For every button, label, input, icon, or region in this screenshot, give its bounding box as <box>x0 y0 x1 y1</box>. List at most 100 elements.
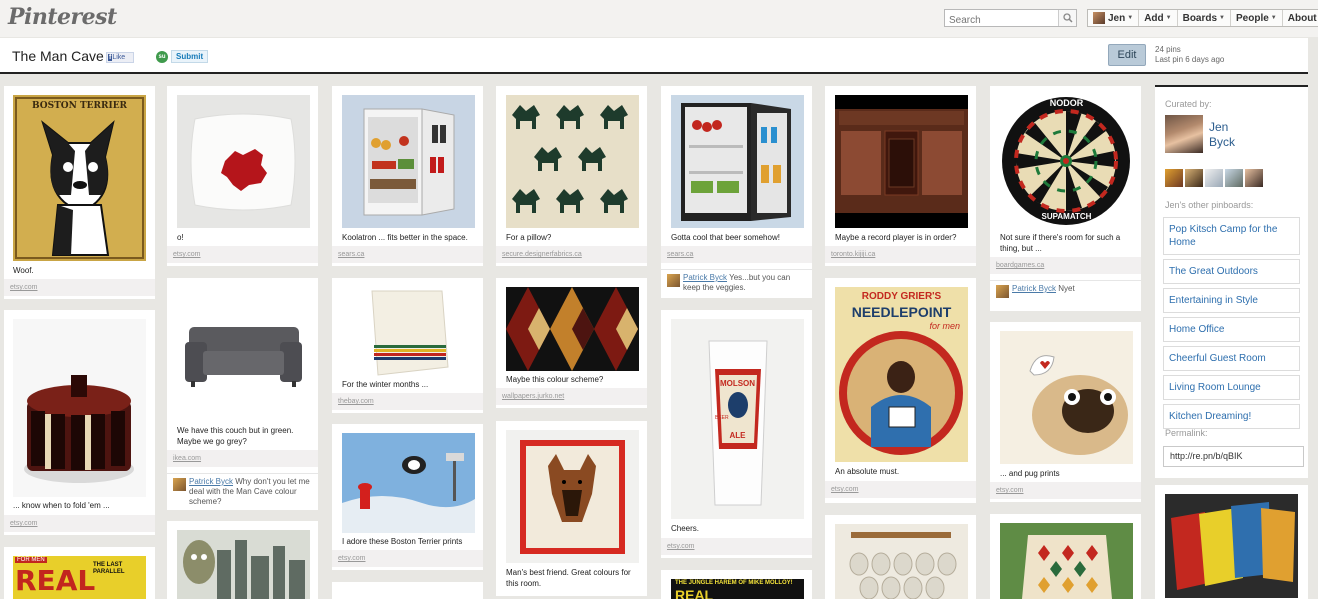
follower-avatar[interactable] <box>1185 169 1203 187</box>
pin-card[interactable] <box>825 515 976 599</box>
striped-blanket-image[interactable] <box>342 287 475 379</box>
pin-card[interactable]: For the winter months ... thebay.com <box>332 278 483 413</box>
commenter-avatar <box>173 478 186 491</box>
nav-user[interactable]: Jen ▼ <box>1088 10 1140 26</box>
pin-source[interactable]: etsy.com <box>332 550 483 567</box>
boston-terrier-print-image[interactable]: BOSTON TERRIER <box>13 95 146 261</box>
pin-source[interactable]: thebay.com <box>332 393 483 410</box>
pug-print-image[interactable] <box>1000 331 1133 464</box>
jungle-headline: THE JUNGLE HAREM OF MIKE MOLLOY! <box>675 580 793 586</box>
mini-fridge-image[interactable] <box>342 95 475 228</box>
glasses-set-image[interactable] <box>835 524 968 599</box>
molson-label-2: BEER <box>715 415 729 421</box>
nav-boards[interactable]: Boards ▼ <box>1178 10 1231 26</box>
pin-card[interactable]: We have this couch but in green. Maybe w… <box>167 278 318 510</box>
search-button[interactable] <box>1058 10 1076 26</box>
city-monster-print-image[interactable] <box>177 530 310 599</box>
pin-caption: Maybe a record player is in order? <box>835 233 957 242</box>
comic-books-pin[interactable] <box>1155 485 1308 599</box>
pin-source[interactable]: wallpapers.jurko.net <box>496 388 647 405</box>
dog-portrait-image[interactable] <box>506 430 639 563</box>
pin-count: 24 pins Last pin 6 days ago <box>1155 45 1224 65</box>
pinterest-logo[interactable]: Pinterest <box>8 4 117 30</box>
pin-source[interactable]: etsy.com <box>167 246 318 263</box>
nav-about[interactable]: About▼ <box>1283 10 1318 26</box>
pin-card[interactable]: o! etsy.com <box>167 86 318 266</box>
pinboard-link[interactable]: Living Room Lounge <box>1163 375 1300 400</box>
pin-source[interactable]: sears.ca <box>661 246 812 263</box>
pin-card[interactable]: FOR MEN REAL THE LAST PARALLEL <box>4 547 155 599</box>
boston-terrier-painting-image[interactable] <box>342 433 475 533</box>
facebook-like-button[interactable]: fLike <box>106 52 134 63</box>
lampshade-image[interactable] <box>1000 523 1133 599</box>
board-header: The Man Cave fLike su Submit Edit 24 pin… <box>0 38 1308 74</box>
pin-card[interactable]: NODOR SUPAMATCH Not sure if there's room… <box>990 86 1141 311</box>
pin-source[interactable]: boardgames.ca <box>990 257 1141 274</box>
commenter-name[interactable]: Patrick Byck <box>189 477 233 486</box>
pin-card[interactable] <box>167 521 318 599</box>
record-player-image[interactable] <box>835 95 968 228</box>
comment-text: Nyet <box>1058 284 1075 293</box>
search-input[interactable] <box>945 12 1057 29</box>
moose-fabric-image[interactable] <box>506 95 639 228</box>
pin-source[interactable]: sears.ca <box>332 246 483 263</box>
stumbleupon-button[interactable]: su Submit <box>156 50 209 63</box>
pin-source[interactable]: toronto.kijiji.ca <box>825 246 976 263</box>
edit-button[interactable]: Edit <box>1108 44 1146 66</box>
pin-caption: Man's best friend. Great colours for thi… <box>506 568 631 588</box>
permalink-field[interactable]: http://re.pn/b/qBIK <box>1163 446 1304 467</box>
pin-card[interactable]: Man's best friend. Great colours for thi… <box>496 421 647 596</box>
pin-card[interactable]: Gotta cool that beer somehow! sears.ca P… <box>661 86 812 298</box>
pin-source[interactable]: etsy.com <box>4 515 155 532</box>
pin-card[interactable]: Maybe this colour scheme? wallpapers.jur… <box>496 278 647 408</box>
canada-pillow-image[interactable] <box>177 95 310 228</box>
pin-card[interactable]: RODDY GRIER'S NEEDLEPOINT for men An abs… <box>825 278 976 503</box>
pin-card[interactable]: BOSTON TERRIER Woof. etsy.com <box>4 86 155 299</box>
pin-comment: Patrick Byck Nyet <box>990 280 1141 310</box>
nav-add[interactable]: Add ▼ <box>1139 10 1178 26</box>
follower-avatar[interactable] <box>1225 169 1243 187</box>
pinboard-link[interactable]: Home Office <box>1163 317 1300 342</box>
open-fridge-image[interactable] <box>671 95 804 228</box>
commenter-name[interactable]: Patrick Byck <box>683 273 727 282</box>
dartboard-image[interactable]: NODOR SUPAMATCH <box>1000 95 1133 228</box>
pin-card[interactable]: THE JUNGLE HAREM OF MIKE MOLLOY! REAL <box>661 570 812 599</box>
pin-source[interactable]: etsy.com <box>990 482 1141 499</box>
pin-card[interactable]: MOLSON BEER ALE Cheers. etsy.com <box>661 310 812 558</box>
nav-people-label: People <box>1236 12 1269 24</box>
poker-chip-caddy-image[interactable] <box>13 319 146 497</box>
pinboard-link[interactable]: Entertaining in Style <box>1163 288 1300 313</box>
commenter-name[interactable]: Patrick Byck <box>1012 284 1056 293</box>
follower-avatar[interactable] <box>1165 169 1183 187</box>
pin-source[interactable]: etsy.com <box>4 279 155 296</box>
pin-card[interactable]: ... and pug prints etsy.com <box>990 322 1141 502</box>
follower-avatar[interactable] <box>1245 169 1263 187</box>
pinboard-link[interactable]: Pop Kitsch Camp for the Home <box>1163 217 1300 255</box>
pin-card[interactable]: For a pillow? secure.designerfabrics.ca <box>496 86 647 266</box>
pin-source[interactable]: etsy.com <box>825 481 976 498</box>
pin-source[interactable]: ikea.com <box>167 450 318 467</box>
molson-glass-image[interactable]: MOLSON BEER ALE <box>671 319 804 519</box>
real-magazine-2-image[interactable]: THE JUNGLE HAREM OF MIKE MOLLOY! REAL <box>671 579 804 599</box>
pin-source[interactable]: etsy.com <box>661 538 812 555</box>
pinboard-link[interactable]: Kitchen Dreaming! <box>1163 404 1300 429</box>
curator-avatar[interactable] <box>1165 115 1203 153</box>
stumbleupon-label: Submit <box>171 50 209 63</box>
argyle-pattern-image[interactable] <box>506 287 639 371</box>
pin-card[interactable]: ... know when to fold 'em ... etsy.com <box>4 310 155 535</box>
pin-card[interactable]: Maybe a record player is in order? toron… <box>825 86 976 266</box>
pinboard-link[interactable]: Cheerful Guest Room <box>1163 346 1300 371</box>
pin-card[interactable]: I adore these Boston Terrier prints etsy… <box>332 424 483 570</box>
real-magazine-image[interactable]: FOR MEN REAL THE LAST PARALLEL <box>13 556 146 599</box>
pin-count-text: 24 pins <box>1155 45 1181 54</box>
curator-name[interactable]: Jen Byck <box>1209 120 1235 150</box>
needlepoint-book-image[interactable]: RODDY GRIER'S NEEDLEPOINT for men <box>835 287 968 462</box>
pin-card[interactable] <box>990 514 1141 599</box>
pin-card[interactable] <box>332 582 483 599</box>
pinboard-link[interactable]: The Great Outdoors <box>1163 259 1300 284</box>
follower-avatar[interactable] <box>1205 169 1223 187</box>
pin-source[interactable]: secure.designerfabrics.ca <box>496 246 647 263</box>
nav-people[interactable]: People ▼ <box>1231 10 1283 26</box>
grey-couch-image[interactable] <box>177 287 310 417</box>
pin-card[interactable]: Koolatron ... fits better in the space. … <box>332 86 483 266</box>
